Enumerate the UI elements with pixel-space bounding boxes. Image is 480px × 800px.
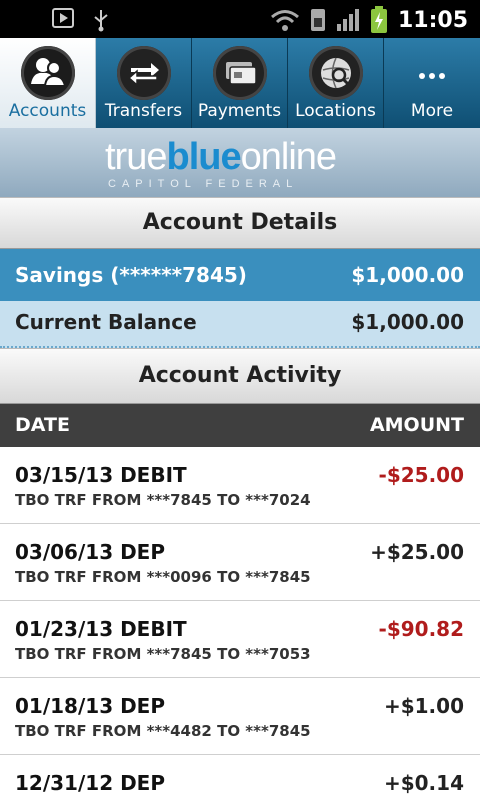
usb-icon — [94, 10, 108, 32]
current-balance-row: Current Balance $1,000.00 — [0, 301, 480, 348]
tab-label: More — [410, 101, 454, 121]
activity-column-header: DATE AMOUNT — [0, 404, 480, 447]
clock: 11:05 — [397, 7, 468, 33]
transaction-row[interactable]: 01/23/13 DEBIT TBO TRF FROM ***7845 TO *… — [0, 601, 480, 678]
tab-label: Accounts — [8, 101, 87, 121]
tab-accounts[interactable]: Accounts — [0, 38, 96, 128]
tab-bar: Accounts Transfers Payments Locations Mo… — [0, 38, 480, 128]
transaction-row[interactable]: 03/15/13 DEBIT TBO TRF FROM ***7845 TO *… — [0, 447, 480, 524]
transaction-row[interactable]: 01/18/13 DEP TBO TRF FROM ***4482 TO ***… — [0, 678, 480, 755]
transaction-title: 12/31/12 DEP — [15, 771, 165, 795]
tab-more[interactable]: More — [384, 38, 480, 128]
brand-logo-bar: trueblueonline CAPITOL FEDERAL — [0, 128, 480, 197]
logo-word-online: online — [240, 136, 337, 178]
sim-icon — [310, 9, 325, 31]
more-icon — [405, 46, 459, 100]
play-icon — [52, 8, 74, 28]
tab-label: Payments — [197, 101, 282, 121]
transaction-title: 01/18/13 DEP — [15, 694, 165, 718]
account-amount: $1,000.00 — [351, 263, 464, 287]
account-name: Savings (******7845) — [15, 263, 247, 287]
transaction-amount: +$25.00 — [370, 540, 464, 564]
transaction-description: TBO TRF FROM ***7845 TO ***7053 — [15, 645, 311, 663]
payments-icon — [213, 46, 267, 100]
battery-charging-icon — [370, 6, 387, 33]
tab-label: Transfers — [104, 101, 183, 121]
transaction-description: TBO TRF FROM ***7845 TO ***7024 — [15, 491, 311, 509]
transfers-icon — [117, 46, 171, 100]
transaction-row[interactable]: 03/06/13 DEP TBO TRF FROM ***0096 TO ***… — [0, 524, 480, 601]
accounts-icon — [21, 46, 75, 100]
logo-subtitle: CAPITOL FEDERAL — [108, 178, 299, 190]
date-column-label: DATE — [15, 414, 70, 436]
transaction-title: 01/23/13 DEBIT — [15, 617, 187, 641]
balance-label: Current Balance — [15, 310, 197, 334]
signal-icon — [336, 9, 359, 31]
status-bar: 11:05 — [0, 0, 480, 38]
balance-amount: $1,000.00 — [351, 310, 464, 334]
transaction-amount: -$25.00 — [378, 463, 464, 487]
account-activity-header: Account Activity — [0, 348, 480, 405]
transaction-description: TBO TRF FROM ***4482 TO ***7845 — [15, 722, 311, 740]
tab-transfers[interactable]: Transfers — [96, 38, 192, 128]
logo-word-blue: blue — [166, 136, 241, 178]
locations-icon — [309, 46, 363, 100]
transaction-amount: -$90.82 — [378, 617, 464, 641]
amount-column-label: AMOUNT — [369, 414, 464, 436]
transaction-description: TBO TRF FROM ***0096 TO ***7845 — [15, 568, 311, 586]
transaction-row[interactable]: 12/31/12 DEP +$0.14 — [0, 755, 480, 800]
transaction-title: 03/15/13 DEBIT — [15, 463, 187, 487]
account-row-savings[interactable]: Savings (******7845) $1,000.00 — [0, 249, 480, 301]
transaction-amount: +$1.00 — [383, 694, 464, 718]
tab-label: Locations — [295, 101, 376, 121]
logo-word-true: true — [105, 136, 167, 178]
transaction-amount: +$0.14 — [383, 771, 464, 795]
tab-payments[interactable]: Payments — [192, 38, 288, 128]
wifi-icon — [271, 10, 299, 31]
brand-logo: trueblueonline — [105, 136, 337, 179]
tab-locations[interactable]: Locations — [288, 38, 384, 128]
account-details-header: Account Details — [0, 197, 480, 250]
transaction-title: 03/06/13 DEP — [15, 540, 165, 564]
